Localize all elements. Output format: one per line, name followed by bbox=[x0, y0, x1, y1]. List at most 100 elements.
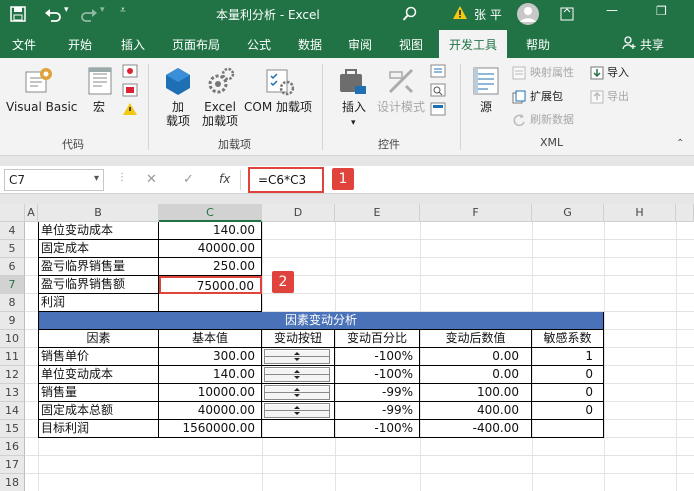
row-header-8[interactable]: 8 bbox=[0, 294, 25, 312]
header-button[interactable]: 变动按钮 bbox=[262, 330, 335, 348]
addin-button[interactable]: 加 载项 bbox=[166, 100, 190, 128]
after-cell[interactable]: -400.00 bbox=[420, 420, 532, 438]
after-cell[interactable]: 400.00 bbox=[420, 402, 532, 420]
factor-cell[interactable]: 目标利润 bbox=[38, 420, 159, 438]
row-header-18[interactable]: 18 bbox=[0, 474, 25, 491]
row-header-12[interactable]: 12 bbox=[0, 366, 25, 384]
column-header-f[interactable]: F bbox=[420, 204, 532, 222]
row-header-16[interactable]: 16 bbox=[0, 438, 25, 456]
factor-cell[interactable]: 销售单价 bbox=[38, 348, 159, 366]
row-header-10[interactable]: 10 bbox=[0, 330, 25, 348]
base-cell[interactable]: 10000.00 bbox=[159, 384, 262, 402]
redo-dropdown-icon[interactable]: ▾ bbox=[100, 5, 105, 15]
name-box[interactable]: C7 ▾ bbox=[4, 169, 104, 191]
tab-formulas[interactable]: 公式 bbox=[247, 36, 271, 53]
properties-icon[interactable] bbox=[430, 64, 446, 78]
cell-b6[interactable]: 盈亏临界销售量 bbox=[38, 258, 159, 276]
tab-developer[interactable]: 开发工具 bbox=[439, 30, 508, 58]
name-box-dropdown-icon[interactable]: ▾ bbox=[94, 173, 99, 184]
column-header-h[interactable]: H bbox=[604, 204, 676, 222]
cell-c6[interactable]: 250.00 bbox=[159, 258, 262, 276]
tab-data[interactable]: 数据 bbox=[298, 36, 322, 53]
pct-cell[interactable]: -99% bbox=[335, 402, 420, 420]
column-header-c[interactable]: C bbox=[159, 204, 262, 222]
relative-reference-icon[interactable] bbox=[122, 83, 138, 97]
sensitivity-cell[interactable]: 0 bbox=[532, 402, 604, 420]
cell-b8[interactable]: 利润 bbox=[38, 294, 159, 312]
row-header-17[interactable]: 17 bbox=[0, 456, 25, 474]
row-header-11[interactable]: 11 bbox=[0, 348, 25, 366]
xml-source-button[interactable]: 源 bbox=[480, 100, 492, 114]
base-cell[interactable]: 140.00 bbox=[159, 366, 262, 384]
save-icon[interactable] bbox=[10, 6, 26, 22]
design-mode-button[interactable]: 设计模式 bbox=[377, 100, 425, 114]
cell-b5[interactable]: 固定成本 bbox=[38, 240, 159, 258]
tab-page-layout[interactable]: 页面布局 bbox=[172, 36, 220, 53]
column-header-d[interactable]: D bbox=[262, 204, 335, 222]
tab-file[interactable]: 文件 bbox=[12, 36, 36, 53]
minimize-button[interactable]: — bbox=[606, 3, 618, 17]
spin-button[interactable] bbox=[264, 385, 330, 400]
com-addin-button[interactable]: COM 加载项 bbox=[244, 100, 312, 114]
export-button[interactable]: 导出 bbox=[607, 89, 629, 105]
column-header-b[interactable]: B bbox=[38, 204, 159, 222]
header-after[interactable]: 变动后数值 bbox=[420, 330, 532, 348]
row-header-15[interactable]: 15 bbox=[0, 420, 25, 438]
header-pct[interactable]: 变动百分比 bbox=[335, 330, 420, 348]
header-base[interactable]: 基本值 bbox=[159, 330, 262, 348]
column-header-g[interactable]: G bbox=[532, 204, 604, 222]
collapse-ribbon-icon[interactable]: ⌃ bbox=[676, 138, 684, 149]
share-icon[interactable] bbox=[622, 36, 636, 50]
tab-insert[interactable]: 插入 bbox=[121, 36, 145, 53]
insert-function-button[interactable]: fx bbox=[219, 172, 230, 186]
header-factor[interactable]: 因素 bbox=[38, 330, 159, 348]
header-sensitivity[interactable]: 敏感系数 bbox=[532, 330, 604, 348]
factor-cell[interactable]: 固定成本总额 bbox=[38, 402, 159, 420]
tab-home[interactable]: 开始 bbox=[68, 36, 92, 53]
insert-control-button[interactable]: 插入 bbox=[342, 100, 366, 114]
row-header-14[interactable]: 14 bbox=[0, 402, 25, 420]
ribbon-display-icon[interactable] bbox=[560, 7, 574, 21]
spin-button[interactable] bbox=[264, 403, 330, 418]
enter-button[interactable]: ✓ bbox=[183, 172, 194, 187]
macro-security-icon[interactable] bbox=[122, 102, 138, 116]
tab-view[interactable]: 视图 bbox=[399, 36, 423, 53]
macro-button[interactable]: 宏 bbox=[93, 100, 105, 114]
undo-dropdown-icon[interactable]: ▾ bbox=[64, 5, 69, 15]
visual-basic-button[interactable]: Visual Basic bbox=[6, 100, 77, 114]
formula-input[interactable]: =C6*C3 bbox=[248, 167, 324, 193]
import-button[interactable]: 导入 bbox=[607, 65, 629, 81]
factor-cell[interactable]: 单位变动成本 bbox=[38, 366, 159, 384]
tab-review[interactable]: 审阅 bbox=[348, 36, 372, 53]
run-dialog-icon[interactable] bbox=[430, 102, 446, 116]
share-button[interactable]: 共享 bbox=[640, 36, 664, 53]
cell-b7[interactable]: 盈亏临界销售额 bbox=[38, 276, 159, 294]
row-header-9[interactable]: 9 bbox=[0, 312, 25, 330]
cell-c5[interactable]: 40000.00 bbox=[159, 240, 262, 258]
expansion-packs-button[interactable]: 扩展包 bbox=[530, 89, 563, 105]
pct-cell[interactable]: -100% bbox=[335, 366, 420, 384]
excel-addin-button[interactable]: Excel 加载项 bbox=[202, 100, 238, 128]
after-cell[interactable]: 0.00 bbox=[420, 366, 532, 384]
sensitivity-cell[interactable] bbox=[532, 420, 604, 438]
cell-b4[interactable]: 单位变动成本 bbox=[38, 222, 159, 240]
restore-button[interactable]: ❐ bbox=[656, 4, 667, 18]
pct-cell[interactable]: -100% bbox=[335, 348, 420, 366]
search-icon[interactable] bbox=[402, 6, 418, 22]
pct-cell[interactable]: -99% bbox=[335, 384, 420, 402]
select-all-corner[interactable] bbox=[0, 204, 25, 222]
undo-icon[interactable] bbox=[44, 5, 62, 23]
tab-help[interactable]: 帮助 bbox=[526, 36, 550, 53]
column-header-e[interactable]: E bbox=[335, 204, 420, 222]
formula-bar-grip-icon[interactable]: ⋮ bbox=[117, 172, 127, 183]
sensitivity-cell[interactable]: 1 bbox=[532, 348, 604, 366]
record-macro-icon[interactable] bbox=[122, 64, 138, 78]
avatar-icon[interactable] bbox=[516, 2, 540, 26]
customize-qat-icon[interactable]: ⩡ bbox=[120, 5, 126, 16]
insert-control-dropdown-icon[interactable]: ▾ bbox=[351, 116, 356, 130]
row-header-7[interactable]: 7 bbox=[0, 276, 25, 294]
cell-c4[interactable]: 140.00 bbox=[159, 222, 262, 240]
cell-c7-selected[interactable]: 75000.00 bbox=[159, 276, 262, 294]
analysis-title[interactable]: 因素变动分析 bbox=[38, 312, 604, 330]
pct-cell[interactable]: -100% bbox=[335, 420, 420, 438]
